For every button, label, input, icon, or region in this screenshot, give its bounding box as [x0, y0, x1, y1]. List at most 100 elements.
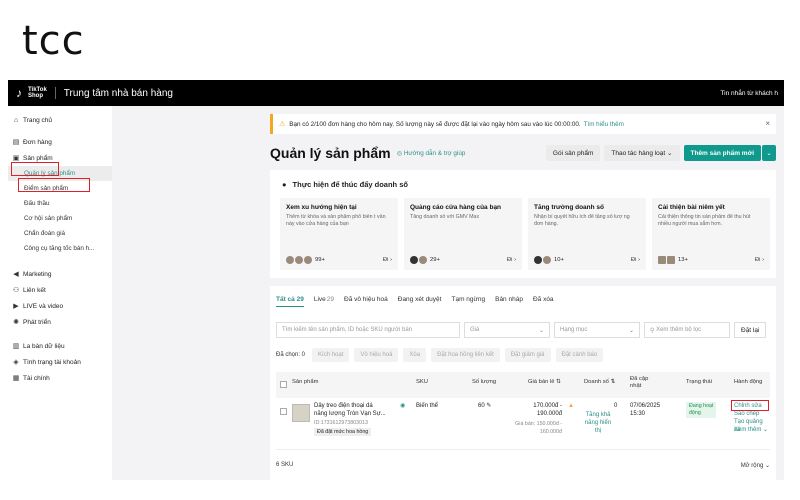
- sidebar-item-data-compass[interactable]: ▥ La bàn dữ liệu: [8, 338, 112, 354]
- sku-count: 6 SKU: [276, 462, 294, 468]
- sku-variants[interactable]: Biến thể: [416, 402, 438, 410]
- suggestion-tile[interactable]: Quảng cáo cửa hàng của bạn Tăng doanh số…: [404, 198, 522, 270]
- copy-link[interactable]: Sao chép: [734, 410, 759, 418]
- product-package-button[interactable]: Gói sản phẩm: [545, 145, 601, 161]
- page: tcc ♪ TikTok Shop Trung tâm nhà bán hàng …: [0, 0, 800, 500]
- sidebar-item-marketing[interactable]: ◀ Marketing: [8, 266, 112, 282]
- sidebar-item-home[interactable]: ⌂ Trang chủ: [8, 112, 112, 128]
- tiktok-note-icon: ♪: [16, 86, 22, 100]
- set-commission-button[interactable]: Đặt hoa hồng liên kết: [431, 348, 500, 362]
- tab-reviewing[interactable]: Đang xét duyệt: [398, 296, 442, 307]
- customer-messages-link[interactable]: Tin nhắn từ khách h: [714, 80, 784, 106]
- top-bar: ♪ TikTok Shop Trung tâm nhà bán hàng Tin …: [8, 80, 784, 106]
- sales-suggestions-card: ● Thực hiện để thúc đẩy doanh số Xem xu h…: [270, 170, 776, 278]
- chevron-down-icon: ⌄: [766, 150, 772, 157]
- page-header: Quản lý sản phẩm ◎ Hướng dẫn & trợ giúp …: [270, 142, 776, 164]
- tab-all[interactable]: Tất cả 29: [276, 296, 304, 307]
- expand-button[interactable]: Mở rộng ⌄: [741, 462, 770, 469]
- learn-more-link[interactable]: Tìm hiểu thêm: [584, 121, 624, 128]
- status-badge: Đang hoạt động: [686, 402, 717, 418]
- add-product-button[interactable]: Thêm sản phẩm mới: [683, 145, 761, 161]
- sale-price: Giá bán: 150.000đ -160.000đ: [515, 421, 562, 435]
- sidebar-sub-sales-booster[interactable]: Công cụ tăng tốc bán h...: [8, 241, 112, 256]
- add-product-dropdown[interactable]: ⌄: [762, 145, 776, 161]
- tab-draft[interactable]: Bản nháp: [495, 296, 523, 307]
- order-limit-notice: ⚠ Bạn có 2/100 đơn hàng cho hôm nay. Số …: [270, 114, 776, 134]
- set-alert-button[interactable]: Đặt cảnh báo: [555, 348, 604, 362]
- retail-price: 170.000đ -190.000đ: [533, 403, 562, 417]
- highlight-box-edit: [731, 400, 769, 411]
- suggestion-tile[interactable]: Cải thiện bài niêm yết Cải thiện thông t…: [652, 198, 770, 270]
- reset-button[interactable]: Đặt lại: [734, 322, 767, 338]
- sidebar-item-account-health[interactable]: ◈ Tình trạng tài khoản: [8, 354, 112, 370]
- search-input[interactable]: Tìm kiếm tên sản phẩm, ID hoặc SKU người…: [276, 322, 460, 338]
- delete-button[interactable]: Xóa: [403, 348, 427, 362]
- orders-icon: ▤: [12, 139, 20, 146]
- sales-column[interactable]: Doanh số ⇅: [584, 379, 615, 386]
- sidebar-item-growth[interactable]: ✺ Phát triển: [8, 314, 112, 330]
- price-filter[interactable]: Giá ⌄: [464, 322, 550, 338]
- seller-center-screenshot: ♪ TikTok Shop Trung tâm nhà bán hàng Tin …: [8, 80, 784, 480]
- tab-paused[interactable]: Tạm ngừng: [451, 296, 485, 307]
- product-id: ID:1731612973803013: [314, 420, 368, 426]
- price-column[interactable]: Giá bán lẻ ⇅: [528, 379, 561, 386]
- close-icon[interactable]: ×: [765, 119, 770, 128]
- people-icon: ⚇: [12, 287, 20, 294]
- tab-deactivated[interactable]: Đã vô hiệu hoá: [344, 296, 388, 307]
- product-list-card: Tất cả 29 Live29 Đã vô hiệu hoá Đang xét…: [270, 286, 776, 480]
- boost-visibility-link[interactable]: Tăng khả năng hiển thị: [578, 411, 618, 435]
- chevron-down-icon: ⌄: [628, 327, 634, 334]
- filter-bar: Tìm kiếm tên sản phẩm, ID hoặc SKU người…: [276, 322, 770, 338]
- set-discount-button[interactable]: Đặt giảm giá: [504, 348, 551, 362]
- growth-icon: ✺: [13, 319, 19, 326]
- topbar-divider: [54, 87, 56, 99]
- more-actions-link[interactable]: Xem thêm ⌄: [734, 426, 768, 434]
- deactivate-button[interactable]: Vô hiệu hoá: [354, 348, 399, 362]
- go-link[interactable]: Đi ›: [507, 257, 516, 263]
- sidebar-sub-product-opportunity[interactable]: Cơ hội sản phẩm: [8, 211, 112, 226]
- sidebar-item-live[interactable]: ▶ LIVE và video: [8, 298, 112, 314]
- sidebar-sub-price-diagnosis[interactable]: Chẩn đoán giá: [8, 226, 112, 241]
- go-link[interactable]: Đi ›: [755, 257, 764, 263]
- table-row: Dây treo điện thoại dá năng lượng Tròn Vạ…: [276, 400, 770, 450]
- bulk-action-bar: Đã chọn: 0 Kích hoạt Vô hiệu hoá Xóa Đặt…: [276, 348, 604, 362]
- chevron-down-icon: ⌄: [538, 327, 544, 334]
- shield-icon: ◈: [13, 359, 19, 366]
- row-checkbox[interactable]: [280, 408, 287, 415]
- product-name[interactable]: Dây treo điện thoại dá năng lượng Tròn Vạ…: [314, 402, 386, 418]
- updated-column[interactable]: Đã cập nhật: [630, 376, 648, 390]
- tab-deleted[interactable]: Đã xóa: [533, 296, 554, 307]
- go-link[interactable]: Đi ›: [631, 257, 640, 263]
- tab-live[interactable]: Live29: [314, 296, 334, 307]
- go-link[interactable]: Đi ›: [383, 257, 392, 263]
- product-thumbnails: [410, 256, 427, 264]
- sales-count: 0: [614, 403, 618, 409]
- sidebar-item-finance[interactable]: ▦ Tài chính: [8, 370, 112, 386]
- suggestion-tile[interactable]: Xem xu hướng hiện tại Thêm từ khóa và sả…: [280, 198, 398, 270]
- sidebar-item-orders[interactable]: ▤ Đơn hàng: [8, 134, 112, 150]
- activate-button[interactable]: Kích hoạt: [312, 348, 350, 362]
- table-header: Sản phẩm SKU Số lượng Giá bán lẻ ⇅ Doanh…: [276, 372, 770, 398]
- app-title: Trung tâm nhà bán hàng: [63, 87, 173, 99]
- suggestion-tile[interactable]: Tăng trưởng doanh số Nhận bí quyết hữu í…: [528, 198, 646, 270]
- warning-icon: ⚠: [279, 121, 286, 128]
- category-filter[interactable]: Hạng mục ⌄: [554, 322, 640, 338]
- tiktok-shop-logo[interactable]: ♪ TikTok Shop: [12, 86, 47, 100]
- products-icon: ▣: [12, 155, 20, 162]
- lightbulb-icon: ●: [282, 180, 287, 189]
- page-title: Quản lý sản phẩm: [270, 145, 391, 161]
- quantity[interactable]: 60 ✎: [478, 402, 491, 410]
- price-warning-icon[interactable]: ▲: [568, 402, 574, 410]
- chart-icon: ▥: [12, 343, 20, 350]
- view-icon[interactable]: ◉: [400, 402, 405, 410]
- more-filters[interactable]: ⚲ Xem thêm bộ lọc: [644, 322, 730, 338]
- product-thumbnails: [658, 256, 675, 264]
- select-all-checkbox[interactable]: [280, 381, 287, 388]
- bulk-actions-button[interactable]: Thao tác hàng loạt ⌄: [604, 145, 680, 161]
- help-link[interactable]: ◎ Hướng dẫn & trợ giúp: [397, 150, 466, 157]
- finance-icon: ▦: [12, 375, 20, 382]
- updated-date: 07/06/2025 15:30: [630, 403, 661, 417]
- product-image: [292, 404, 310, 422]
- sidebar-sub-bidding[interactable]: Đấu thầu: [8, 196, 112, 211]
- sidebar-item-affiliate[interactable]: ⚇ Liên kết: [8, 282, 112, 298]
